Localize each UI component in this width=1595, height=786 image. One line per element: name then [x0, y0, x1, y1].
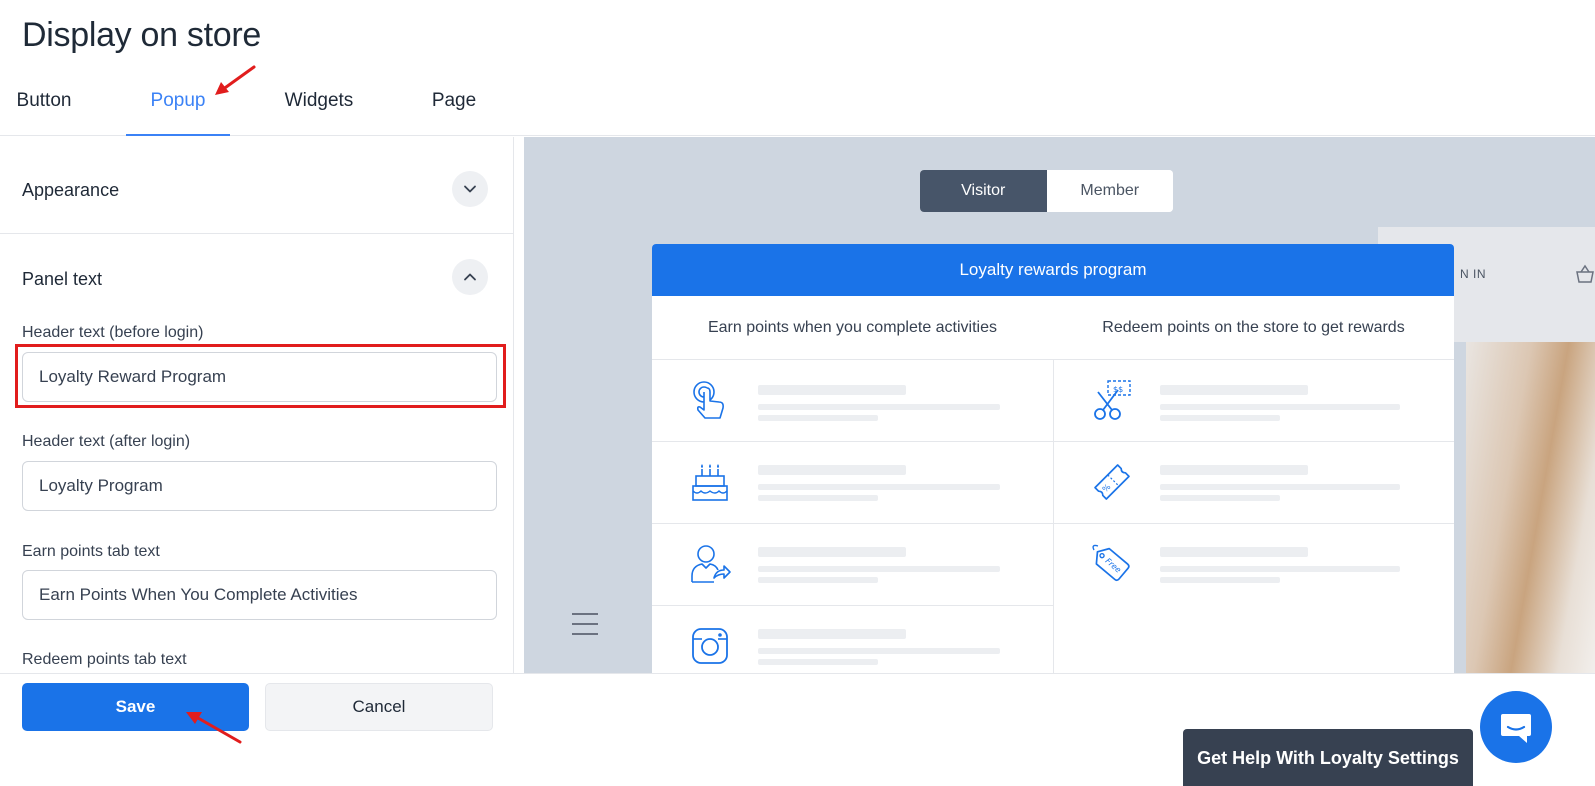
- skeleton-line: [758, 566, 1000, 572]
- skeleton-line: [758, 495, 878, 501]
- skeleton-line: [758, 547, 906, 557]
- popup-header: Loyalty rewards program: [652, 244, 1454, 296]
- panel-text-toggle-button[interactable]: [452, 259, 488, 295]
- cancel-button[interactable]: Cancel: [265, 683, 493, 731]
- skeleton-line: [758, 404, 1000, 410]
- panel-text-section-title: Panel text: [22, 269, 103, 289]
- tab-widgets[interactable]: Widgets: [270, 76, 368, 136]
- svg-text:$$: $$: [1113, 385, 1123, 394]
- redeem-reward-row[interactable]: %: [1054, 442, 1454, 524]
- skeleton-line: [1160, 577, 1280, 583]
- skeleton-line: [1160, 415, 1280, 421]
- coupon-scissors-icon: $$: [1094, 380, 1131, 420]
- header-after-login-input[interactable]: [22, 461, 497, 511]
- instagram-icon: [692, 628, 728, 664]
- skeleton-line: [758, 465, 906, 475]
- header-before-login-label: Header text (before login): [22, 324, 204, 341]
- chevron-up-icon: [464, 273, 476, 281]
- header-before-login-input[interactable]: [22, 352, 497, 402]
- refer-user-icon: [691, 545, 731, 583]
- store-signin-text: N IN: [1460, 267, 1486, 281]
- earn-activity-row[interactable]: [652, 442, 1053, 524]
- loyalty-popup: Loyalty rewards program Earn points when…: [652, 244, 1454, 673]
- skeleton-line: [1160, 566, 1400, 572]
- get-help-button[interactable]: Get Help With Loyalty Settings: [1183, 729, 1473, 786]
- tab-page[interactable]: Page: [418, 76, 490, 136]
- earn-points-tab-label: Earn points tab text: [22, 543, 160, 560]
- settings-panel: Appearance Panel text Header text (befor…: [0, 137, 514, 673]
- earn-activity-row[interactable]: [652, 360, 1053, 442]
- skeleton-line: [758, 629, 906, 639]
- page-title: Display on store: [22, 16, 261, 54]
- skeleton-line: [758, 659, 878, 665]
- redeem-reward-row[interactable]: Free: [1054, 524, 1454, 606]
- free-tag-icon: Free: [1092, 544, 1130, 582]
- redeem-reward-row[interactable]: $$: [1054, 360, 1454, 442]
- save-button[interactable]: Save: [22, 683, 249, 731]
- earn-activity-row[interactable]: [652, 524, 1053, 606]
- section-divider: [0, 233, 513, 234]
- popup-tab-bar: Earn points when you complete activities…: [652, 296, 1454, 360]
- store-preview: N IN Visitor Member Loyalty rewards prog…: [524, 137, 1595, 673]
- visitor-member-toggle: Visitor Member: [920, 170, 1173, 212]
- skeleton-line: [758, 648, 1000, 654]
- page: Display on store Button Popup Widgets Pa…: [0, 0, 1595, 786]
- chat-bubble-icon: [1501, 714, 1531, 743]
- skeleton-line: [758, 385, 906, 395]
- appearance-section-title: Appearance: [22, 180, 120, 200]
- discount-ticket-icon: %: [1094, 464, 1130, 500]
- tap-icon: [693, 381, 724, 419]
- tab-bar: Button Popup Widgets Page: [0, 76, 1595, 136]
- birthday-cake-icon: [692, 464, 728, 501]
- chat-launcher-button[interactable]: [1480, 691, 1552, 763]
- header-after-login-label: Header text (after login): [22, 433, 191, 450]
- skeleton-line: [1160, 484, 1400, 490]
- earn-points-tab-input[interactable]: [22, 570, 497, 620]
- appearance-toggle-button[interactable]: [452, 171, 488, 207]
- visitor-toggle-button[interactable]: Visitor: [920, 170, 1047, 212]
- popup-tab-earn[interactable]: Earn points when you complete activities: [652, 296, 1053, 360]
- skeleton-line: [1160, 465, 1308, 475]
- hamburger-menu-icon[interactable]: [570, 610, 600, 638]
- tab-popup[interactable]: Popup: [126, 76, 230, 136]
- basket-icon: [1576, 264, 1594, 283]
- chevron-down-icon: [464, 185, 476, 193]
- popup-tab-redeem[interactable]: Redeem points on the store to get reward…: [1053, 296, 1454, 360]
- skeleton-line: [1160, 495, 1280, 501]
- skeleton-line: [758, 484, 1000, 490]
- earn-activity-row[interactable]: [652, 606, 1053, 673]
- skeleton-line: [758, 577, 878, 583]
- member-toggle-button[interactable]: Member: [1046, 170, 1173, 212]
- skeleton-line: [1160, 404, 1400, 410]
- skeleton-line: [758, 415, 878, 421]
- action-bar: Save Cancel Get Help With Loyalty Settin…: [0, 673, 1595, 786]
- tab-button[interactable]: Button: [0, 76, 88, 136]
- redeem-points-tab-label: Redeem points tab text: [22, 651, 187, 668]
- skeleton-line: [1160, 547, 1308, 557]
- skeleton-line: [1160, 385, 1308, 395]
- store-model-image: [1466, 342, 1595, 673]
